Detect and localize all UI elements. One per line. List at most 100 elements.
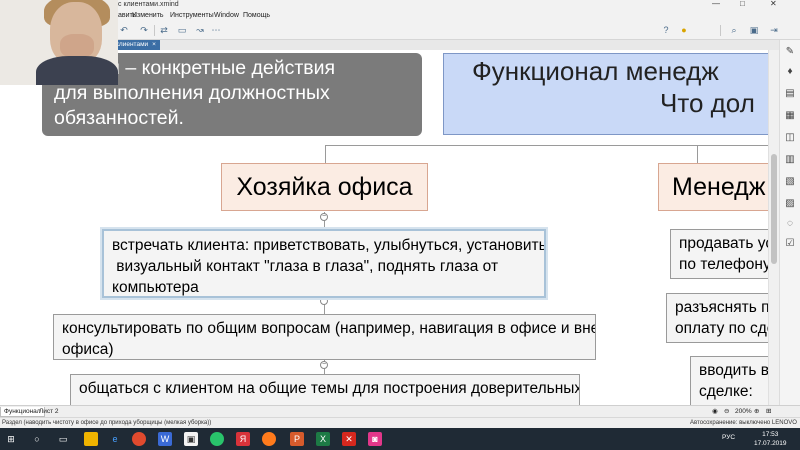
yandex-icon[interactable]: Я	[236, 432, 250, 446]
collapse-toggle-icon[interactable]: −	[320, 297, 328, 305]
system-clock[interactable]: 17:53 17.07.2019	[754, 430, 787, 448]
word-icon[interactable]: W	[158, 432, 172, 446]
clock-date: 17.07.2019	[754, 440, 787, 447]
branch-topic-manager[interactable]: Менедж	[658, 163, 768, 211]
connector-line	[325, 145, 333, 146]
subtopic-line: сделке:	[699, 383, 753, 400]
subtopic-line: разъяснять п	[675, 299, 768, 316]
scrollbar-thumb[interactable]	[771, 154, 777, 264]
menu-item-tools[interactable]: Инструменты	[170, 12, 214, 19]
subtopic-enter[interactable]: вводить в сделке:	[690, 356, 768, 405]
webcam-person	[36, 56, 118, 85]
search-icon[interactable]: ⌕	[728, 24, 740, 36]
minimize-button[interactable]: —	[712, 0, 720, 8]
subtopic-line: встречать клиента: приветствовать, улыбн…	[112, 237, 546, 254]
vertical-scrollbar[interactable]	[768, 50, 779, 405]
help-icon[interactable]: ?	[660, 24, 672, 36]
brush-icon[interactable]: ♦	[784, 66, 796, 78]
subtopic-line: компьютера	[112, 279, 199, 296]
keyboard-language[interactable]: РУС	[722, 434, 735, 441]
property-icon[interactable]: ▨	[784, 198, 796, 210]
image-icon[interactable]: ▤	[784, 88, 796, 100]
chrome-icon[interactable]	[132, 432, 146, 446]
menu-item-help[interactable]: Помощь	[243, 12, 270, 19]
powerpoint-icon[interactable]: P	[290, 432, 304, 446]
toolbar-separator	[154, 25, 155, 36]
app-icon[interactable]	[210, 432, 224, 446]
right-sidebar: ✎ ♦ ▤ ▦ ◫ ▥ ▧ ▨ ◌ ☑	[779, 40, 800, 405]
os-taskbar: ⊞ ○ ▭ e W ▣ Я P X ✕ ◙ РУС 17:53 17.07.20…	[0, 428, 800, 450]
redo-icon[interactable]: ↷	[138, 24, 150, 36]
export-icon[interactable]: ⇥	[768, 24, 780, 36]
close-icon[interactable]: ×	[152, 41, 156, 48]
task-icon[interactable]: ☑	[784, 238, 796, 250]
subtopic-talk[interactable]: общаться с клиентом на общие темы для по…	[70, 374, 580, 405]
maximize-button[interactable]: □	[740, 0, 745, 8]
sheet-tab-bar: Функционал Лист 2 ◉ ⊖ 200% ⊕ ⊞	[0, 405, 800, 417]
subtopic-line: вводить в	[699, 362, 768, 379]
map-icon[interactable]: ◫	[784, 132, 796, 144]
lightbulb-icon[interactable]: ●	[678, 24, 690, 36]
firefox-icon[interactable]	[262, 432, 276, 446]
subtopic-explain[interactable]: разъяснять п оплату по сде	[666, 293, 768, 343]
branch-topic-office-host[interactable]: Хозяйка офиса	[221, 163, 428, 211]
file-explorer-icon[interactable]	[84, 432, 98, 446]
subtopic-line: оплату по сде	[675, 320, 768, 337]
style-icon[interactable]: ▧	[784, 176, 796, 188]
connector-line	[697, 145, 698, 163]
collapse-toggle-icon[interactable]: −	[320, 213, 328, 221]
view-icon[interactable]: ◉	[712, 407, 718, 417]
overview-icon[interactable]: ▦	[784, 110, 796, 122]
definition-line: обязанностей.	[54, 107, 184, 129]
menu-item-edit[interactable]: Изменить	[132, 12, 164, 19]
more-icon[interactable]: ⋯	[210, 24, 222, 36]
toolbar: ↶ ↷ ⇄ ▭ ↝ ⋯ ? ● ⌕ ▣ ⇥	[0, 22, 800, 40]
subtopic-sell[interactable]: продавать ус по телефону	[670, 229, 768, 279]
mindmap-canvas[interactable]: ционал – конкретные действия для выполне…	[0, 50, 768, 405]
collapse-toggle-icon[interactable]: −	[320, 361, 328, 369]
connect-icon[interactable]: ⇄	[158, 24, 170, 36]
zoom-level[interactable]: 200%	[735, 407, 752, 417]
comment-icon[interactable]: ◌	[784, 218, 796, 230]
webcam-overlay	[0, 0, 118, 85]
menu-item-window[interactable]: Window	[214, 12, 239, 19]
edge-icon[interactable]: e	[108, 432, 122, 446]
store-icon[interactable]: ▣	[184, 432, 198, 446]
sheet-tab-2[interactable]: Лист 2	[36, 407, 62, 417]
excel-icon[interactable]: X	[316, 432, 330, 446]
editor-tab-strip: клиентами ×	[0, 40, 800, 50]
subtopic-greet-client[interactable]: встречать клиента: приветствовать, улыбн…	[102, 229, 546, 298]
subtopic-line: продавать ус	[679, 235, 768, 252]
zoom-out-icon[interactable]: ⊖	[724, 407, 729, 417]
media-icon[interactable]: ◙	[368, 432, 382, 446]
xmind-icon[interactable]: ✕	[342, 432, 356, 446]
tab-document[interactable]: клиентами ×	[112, 40, 160, 50]
status-selection-text: Раздел (наводить чистоту в офисе до прих…	[2, 420, 212, 426]
subtopic-line: общаться с клиентом на общие темы для по…	[79, 380, 580, 397]
notes-icon[interactable]: ▥	[784, 154, 796, 166]
windows-start-icon[interactable]: ⊞	[4, 432, 18, 446]
clock-time: 17:53	[762, 431, 779, 438]
central-topic-line: Что дол	[660, 88, 755, 118]
title-bar: с клиентами.xmind — □ ✕	[0, 0, 800, 10]
format-icon[interactable]: ✎	[784, 46, 796, 58]
task-search-icon[interactable]: ○	[30, 432, 44, 446]
connector-line	[325, 145, 768, 146]
undo-icon[interactable]: ↶	[118, 24, 130, 36]
central-topic[interactable]: Функционал менедж Что дол	[443, 53, 768, 135]
fit-icon[interactable]: ⊞	[766, 407, 771, 417]
layout-icon[interactable]: ▣	[748, 24, 760, 36]
task-view-icon[interactable]: ▭	[56, 432, 70, 446]
relationship-icon[interactable]: ↝	[194, 24, 206, 36]
subtopic-line: офиса)	[62, 341, 114, 358]
subtopic-line: консультировать по общим вопросам (напри…	[62, 320, 596, 337]
central-topic-line: Функционал менедж	[472, 56, 719, 86]
subtopic-consult[interactable]: консультировать по общим вопросам (напри…	[53, 314, 596, 360]
connector-line	[325, 145, 326, 163]
zoom-in-icon[interactable]: ⊕	[754, 407, 759, 417]
close-button[interactable]: ✕	[770, 0, 777, 8]
toolbar-separator	[720, 25, 721, 36]
window-title: с клиентами.xmind	[118, 1, 179, 8]
topic-icon[interactable]: ▭	[176, 24, 188, 36]
menu-bar: авить Изменить Инструменты Window Помощь	[0, 10, 800, 22]
